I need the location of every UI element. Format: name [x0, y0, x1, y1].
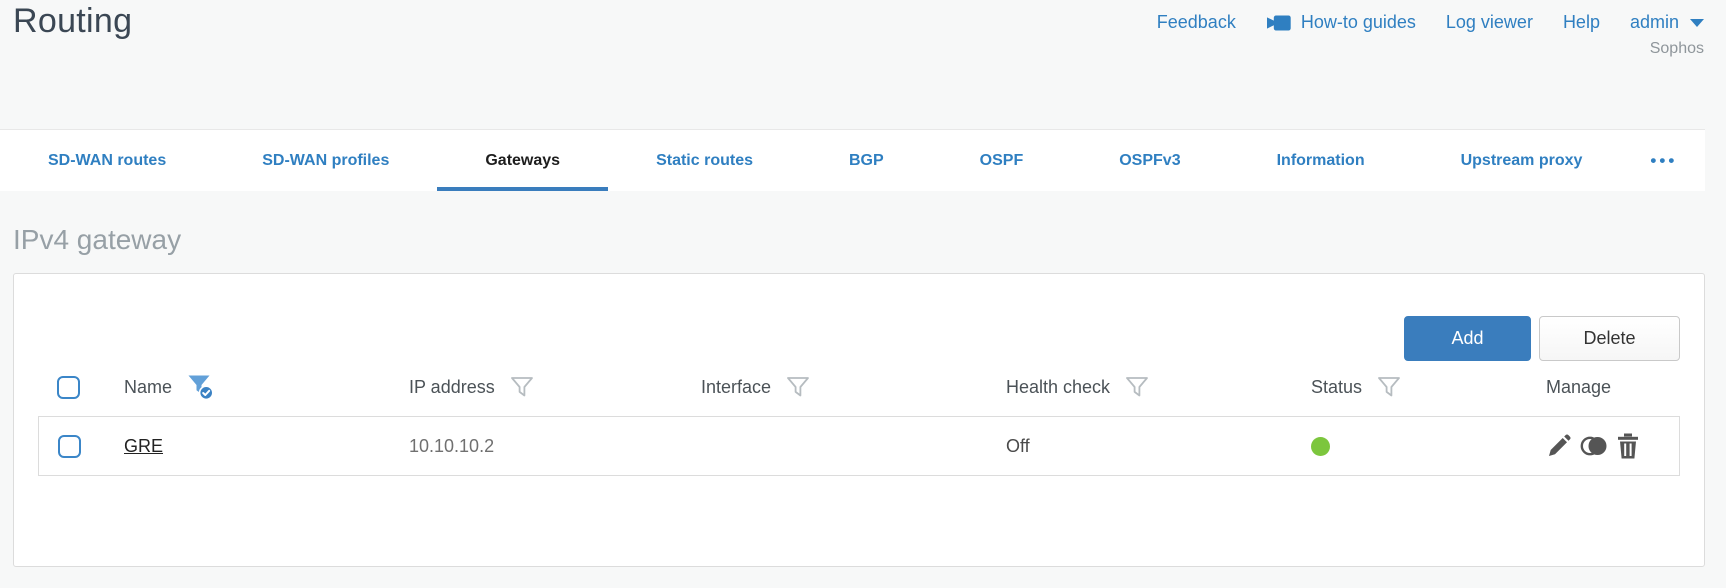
filter-icon[interactable]	[786, 376, 810, 399]
page-title: Routing	[13, 2, 133, 40]
tab-gateways[interactable]: Gateways	[437, 130, 608, 191]
feedback-link[interactable]: Feedback	[1157, 12, 1236, 33]
howto-guides-link[interactable]: How-to guides	[1266, 12, 1416, 33]
tab-bar: SD-WAN routes SD-WAN profiles Gateways S…	[0, 129, 1705, 191]
help-label: Help	[1562, 12, 1600, 32]
chevron-down-icon	[1690, 18, 1704, 27]
add-button[interactable]: Add	[1404, 316, 1531, 361]
column-header-health-check: Health check	[1006, 376, 1111, 397]
video-camera-icon	[1266, 14, 1292, 32]
column-header-status: Status	[1311, 376, 1363, 397]
filter-active-icon[interactable]	[187, 374, 215, 401]
admin-label: admin	[1629, 12, 1679, 32]
tab-bgp[interactable]: BGP	[801, 130, 932, 191]
gateway-name-link[interactable]: GRE	[124, 436, 163, 456]
tab-sdwan-routes[interactable]: SD-WAN routes	[0, 130, 214, 191]
select-all-checkbox[interactable]	[57, 375, 80, 399]
howto-guides-label: How-to guides	[1300, 12, 1416, 32]
tab-upstream-proxy[interactable]: Upstream proxy	[1413, 130, 1631, 191]
log-viewer-link[interactable]: Log viewer	[1446, 12, 1533, 33]
filter-icon[interactable]	[1377, 376, 1401, 399]
delete-button[interactable]: Delete	[1539, 316, 1680, 361]
manage-actions	[1546, 433, 1679, 459]
table-header-row: Name IP address Interface Health check S…	[38, 371, 1680, 416]
tab-information[interactable]: Information	[1229, 130, 1413, 191]
gateway-health-check: Off	[1006, 435, 1030, 456]
tab-sdwan-profiles[interactable]: SD-WAN profiles	[214, 130, 437, 191]
status-indicator-green	[1311, 436, 1330, 456]
brand-label: Sophos	[1649, 40, 1704, 57]
admin-menu[interactable]: admin	[1630, 12, 1704, 33]
column-header-ip-address: IP address	[409, 376, 495, 397]
gateway-ip: 10.10.10.2	[409, 435, 495, 456]
feedback-label: Feedback	[1156, 12, 1236, 32]
column-header-name: Name	[124, 376, 173, 397]
filter-icon[interactable]	[1125, 376, 1149, 399]
tab-ospfv3[interactable]: OSPFv3	[1071, 130, 1228, 191]
edit-icon[interactable]	[1546, 433, 1572, 459]
tab-static-routes[interactable]: Static routes	[608, 130, 801, 191]
clone-icon[interactable]	[1579, 433, 1609, 459]
ipv4-gateway-panel: Add Delete Name IP address Interface Hea…	[13, 273, 1705, 567]
routing-page: Routing Feedback How-to guides Log viewe…	[0, 0, 1726, 588]
top-header: Routing Feedback How-to guides Log viewe…	[0, 0, 1726, 129]
tab-more-menu[interactable]: •••	[1630, 130, 1697, 191]
filter-icon[interactable]	[510, 376, 534, 399]
log-viewer-label: Log viewer	[1445, 12, 1533, 32]
row-checkbox[interactable]	[58, 434, 81, 458]
column-header-manage: Manage	[1546, 376, 1612, 397]
column-header-interface: Interface	[701, 376, 772, 397]
toolbar: Add Delete	[38, 316, 1680, 361]
help-link[interactable]: Help	[1563, 12, 1600, 33]
table-row: GRE 10.10.10.2 Off	[38, 416, 1680, 476]
delete-icon[interactable]	[1616, 433, 1640, 459]
header-links: Feedback How-to guides Log viewer Help a…	[1157, 12, 1704, 33]
gateway-table: Name IP address Interface Health check S…	[38, 371, 1680, 476]
tab-ospf[interactable]: OSPF	[932, 130, 1072, 191]
section-heading: IPv4 gateway	[13, 224, 182, 255]
